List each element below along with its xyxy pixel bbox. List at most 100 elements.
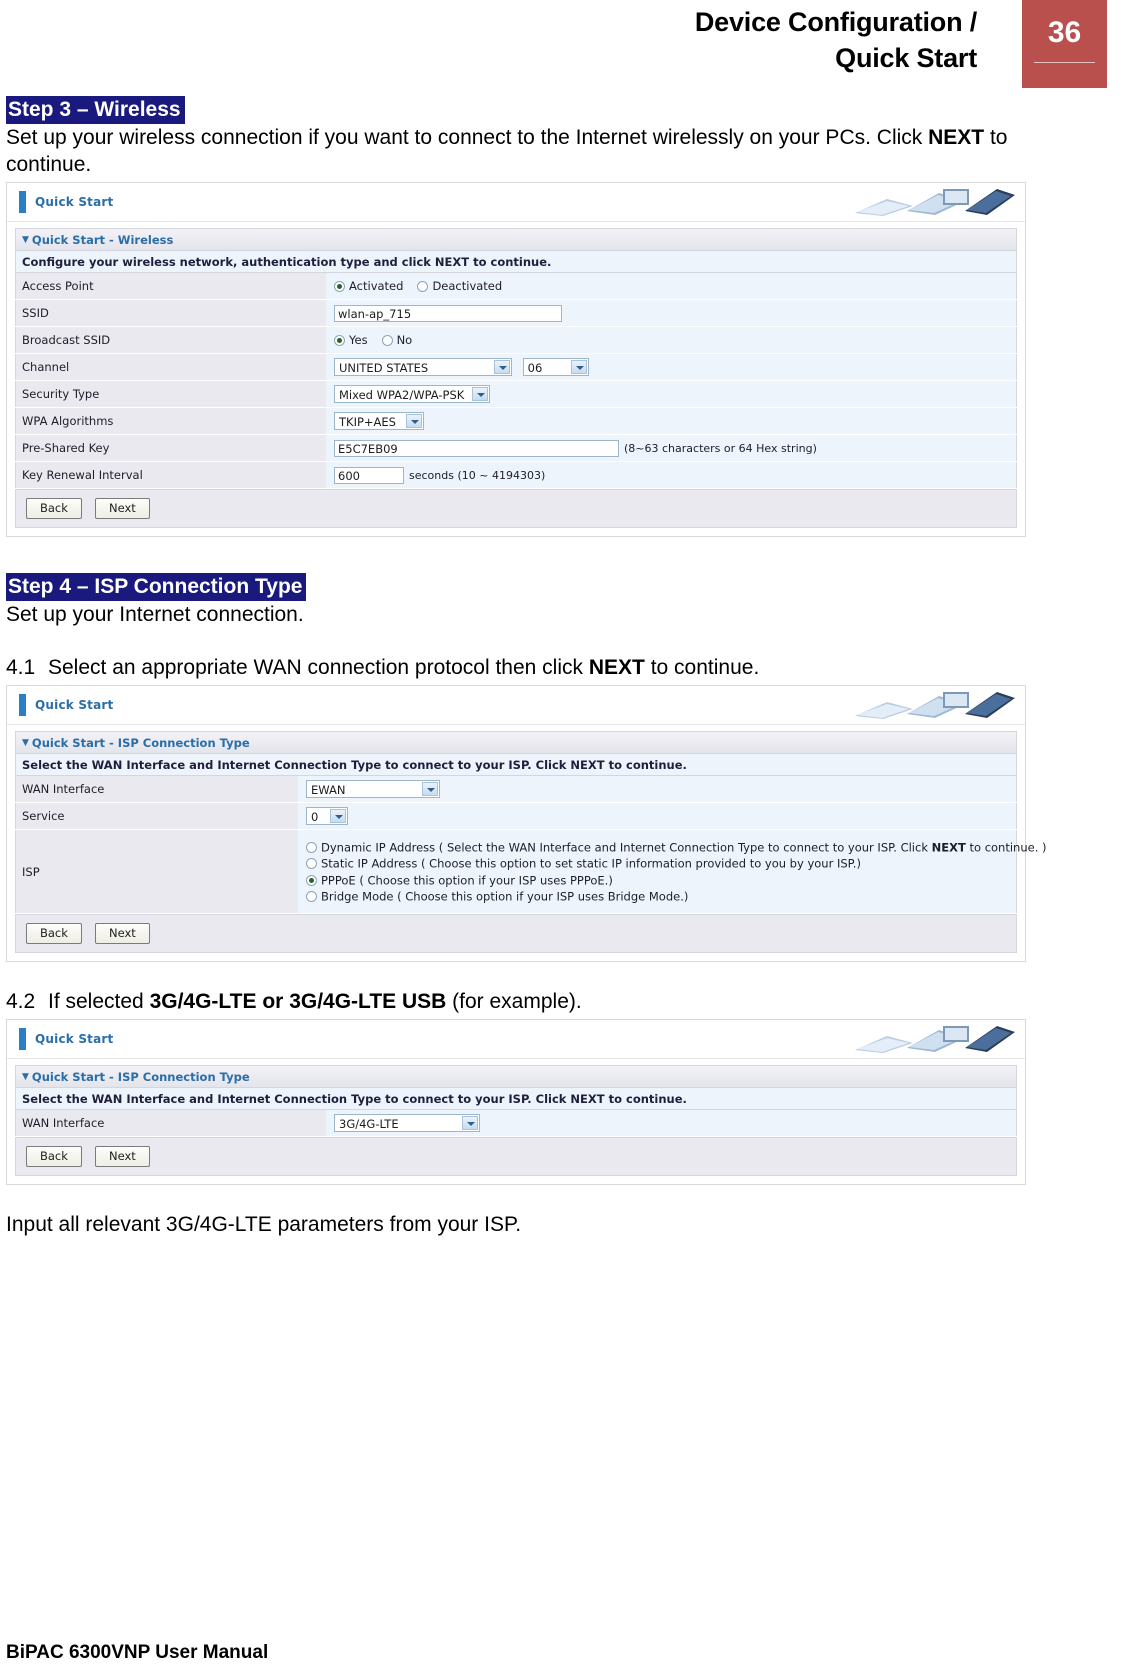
back-button[interactable]: Back [26, 498, 82, 519]
chevron-down-icon[interactable]: ▼ [22, 1072, 29, 1082]
row-label-security-type: Security Type [15, 380, 326, 408]
row-label-broadcast-ssid: Broadcast SSID [15, 326, 326, 354]
step4-paragraph: Set up your Internet connection. [6, 603, 304, 626]
row-label-isp: ISP [15, 829, 298, 914]
security-type-value: Mixed WPA2/WPA-PSK [339, 388, 465, 402]
chevron-down-icon[interactable] [462, 1116, 478, 1130]
isp-option-dynamic-ip[interactable]: Dynamic IP Address ( Select the WAN Inte… [306, 839, 1047, 856]
back-button[interactable]: Back [26, 923, 82, 944]
row-value-wpa-algorithms: TKIP+AES [326, 407, 1017, 435]
isp-option-static-ip[interactable]: Static IP Address ( Choose this option t… [306, 855, 1016, 872]
table-row: ISP Dynamic IP Address ( Select the WAN … [15, 829, 1047, 914]
radio-static-ip[interactable] [306, 858, 317, 869]
page-number-badge: 36 [1022, 0, 1107, 88]
key-renewal-interval-input[interactable]: 600 [334, 466, 404, 484]
ui-body: ▼ Quick Start - Wireless Configure your … [7, 222, 1025, 536]
item-4-2-text: If selected 3G/4G-LTE or 3G/4G-LTE USB (… [48, 988, 582, 1015]
ui-window-title: Quick Start [35, 698, 114, 712]
lte-button-row: Back Next [15, 1137, 1017, 1176]
document-footer: BiPAC 6300VNP User Manual [6, 1642, 269, 1663]
wan-interface-select[interactable]: 3G/4G-LTE [334, 1114, 480, 1132]
chevron-down-icon[interactable]: ▼ [22, 235, 29, 245]
chevron-down-icon[interactable] [406, 414, 422, 428]
table-row: Security Type Mixed WPA2/WPA-PSK [15, 380, 1017, 408]
table-row: Key Renewal Interval 600 seconds (10 ~ 41… [15, 461, 1017, 489]
row-value-security-type: Mixed WPA2/WPA-PSK [326, 380, 1017, 408]
radio-access-point-activated[interactable] [334, 280, 345, 292]
row-label-channel: Channel [15, 353, 326, 381]
titlebar-accent-bar [19, 694, 26, 716]
channel-country-select[interactable]: UNITED STATES [334, 358, 512, 376]
chevron-down-icon[interactable] [570, 360, 587, 374]
row-label-access-point: Access Point [15, 272, 326, 300]
security-type-select[interactable]: Mixed WPA2/WPA-PSK [334, 385, 490, 403]
step3-heading: Step 3 – Wireless [6, 96, 185, 124]
item-4-1: 4.1 Select an appropriate WAN connection… [6, 654, 1026, 681]
row-value-service: 0 [298, 802, 1017, 830]
ui-section-title: Quick Start - ISP Connection Type [31, 1069, 250, 1084]
item-4-2-bold: 3G/4G-LTE or 3G/4G-LTE USB [149, 990, 447, 1013]
radio-broadcast-ssid-yes[interactable] [334, 334, 345, 346]
chevron-down-icon[interactable]: ▼ [22, 738, 29, 748]
chevron-down-icon[interactable] [472, 387, 488, 401]
table-row: Broadcast SSID Yes No [15, 326, 1017, 354]
ssid-input[interactable]: wlan-ap_715 [334, 304, 562, 322]
radio-access-point-deactivated[interactable] [417, 280, 429, 292]
wireless-button-row: Back Next [15, 489, 1017, 528]
ui-section-header: ▼ Quick Start - ISP Connection Type [15, 731, 1017, 753]
table-row: Service 0 [15, 802, 1017, 830]
table-row: WPA Algorithms TKIP+AES [15, 407, 1017, 435]
item-4-1-bold: NEXT [588, 656, 645, 679]
row-value-ssid: wlan-ap_715 [326, 299, 1017, 327]
row-label-wan-interface: WAN Interface [15, 775, 298, 803]
back-button[interactable]: Back [26, 1146, 82, 1167]
radio-pppoe[interactable] [306, 874, 317, 886]
chevron-down-icon[interactable] [494, 360, 510, 374]
chevron-down-icon[interactable] [422, 782, 438, 796]
radio-broadcast-ssid-no[interactable] [381, 334, 393, 346]
step3-paragraph: Set up your wireless connection if you w… [6, 124, 1026, 178]
ui-titlebar: Quick Start [7, 686, 1025, 725]
ui-window-title: Quick Start [35, 195, 114, 209]
screenshot-quick-start-wireless: Quick Start ▼ Quick Start - Wireless Con… [6, 182, 1026, 537]
item-4-2: 4.2 If selected 3G/4G-LTE or 3G/4G-LTE U… [6, 988, 1026, 1015]
next-button[interactable]: Next [95, 923, 150, 944]
isp-option-bridge-mode[interactable]: Bridge Mode ( Choose this option if your… [306, 888, 1016, 905]
table-row: SSID wlan-ap_715 [15, 299, 1017, 327]
row-value-isp-options: Dynamic IP Address ( Select the WAN Inte… [298, 829, 1047, 914]
row-label-service: Service [15, 802, 298, 830]
next-button[interactable]: Next [95, 1146, 150, 1167]
wan-interface-value: 3G/4G-LTE [339, 1117, 399, 1131]
ui-section-title: Quick Start - ISP Connection Type [31, 735, 250, 750]
wan-interface-select[interactable]: EWAN [306, 780, 440, 798]
service-value: 0 [311, 810, 319, 824]
item-4-1-index: 4.1 [6, 656, 36, 679]
pre-shared-key-hint: (8~63 characters or 64 Hex string) [624, 441, 817, 455]
row-value-key-renewal-interval: 600 seconds (10 ~ 4194303) [326, 461, 1017, 489]
item-4-1-text: Select an appropriate WAN connection pro… [48, 654, 759, 681]
row-value-access-point: Activated Deactivated [326, 272, 1017, 300]
radio-label-yes: Yes [349, 333, 368, 348]
isp-option-label-static-ip: Static IP Address ( Choose this option t… [321, 856, 861, 871]
next-button[interactable]: Next [95, 498, 150, 519]
screenshot-isp-connection-type: Quick Start ▼ Quick Start - ISP Connecti… [6, 685, 1047, 962]
service-select[interactable]: 0 [306, 807, 348, 825]
titlebar-accent-bar [19, 1028, 26, 1050]
wpa-algorithms-select[interactable]: TKIP+AES [334, 412, 424, 430]
radio-bridge-mode[interactable] [306, 891, 317, 902]
lte-form-table: WAN Interface 3G/4G-LTE [15, 1109, 1017, 1137]
isp-option-0-post: to continue. ) [965, 840, 1047, 854]
step4-heading: Step 4 – ISP Connection Type [6, 573, 307, 601]
table-row: WAN Interface 3G/4G-LTE [15, 1109, 1017, 1137]
ui-section-header: ▼ Quick Start - ISP Connection Type [15, 1065, 1017, 1087]
page-number-underline [1034, 62, 1095, 63]
row-value-broadcast-ssid: Yes No [326, 326, 1017, 354]
pre-shared-key-input[interactable]: E5C7EB09 [334, 439, 619, 457]
chevron-down-icon[interactable] [330, 809, 346, 823]
radio-dynamic-ip[interactable] [306, 841, 317, 853]
isp-option-label-bridge-mode: Bridge Mode ( Choose this option if your… [321, 889, 689, 904]
isp-option-pppoe[interactable]: PPPoE ( Choose this option if your ISP u… [306, 872, 1016, 889]
radio-label-no: No [396, 333, 413, 348]
channel-number-select[interactable]: 06 [522, 358, 589, 376]
step4-block: Step 4 – ISP Connection Type Set up your… [6, 573, 1026, 628]
